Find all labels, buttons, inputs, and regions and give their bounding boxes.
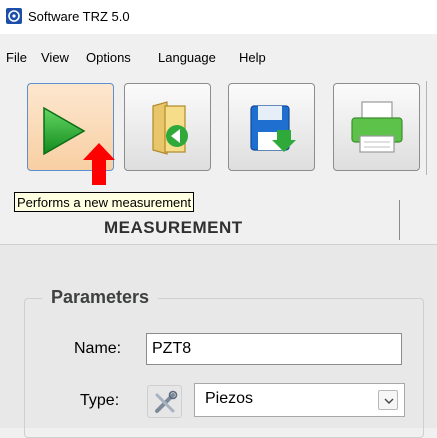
menu-language[interactable]: Language xyxy=(158,50,216,65)
chevron-down-icon[interactable] xyxy=(378,390,398,410)
menu-help[interactable]: Help xyxy=(239,50,266,65)
title-bar: Software TRZ 5.0 xyxy=(0,0,437,34)
menu-file[interactable]: File xyxy=(6,50,27,65)
save-icon xyxy=(250,105,296,152)
type-select-value: Piezos xyxy=(205,390,254,407)
tooltip: Performs a new measurement xyxy=(14,192,195,212)
toolbar xyxy=(0,71,437,183)
save-button[interactable] xyxy=(228,83,315,171)
tools-icon xyxy=(155,390,178,413)
tab-underline xyxy=(0,244,437,245)
window-title: Software TRZ 5.0 xyxy=(28,9,130,24)
name-input[interactable] xyxy=(146,333,402,365)
parameters-group xyxy=(24,298,424,438)
menu-view[interactable]: View xyxy=(41,50,69,65)
type-select[interactable]: Piezos xyxy=(194,383,405,417)
type-label: Type: xyxy=(80,392,120,409)
open-button[interactable] xyxy=(124,83,211,171)
tab-measurement[interactable]: MEASUREMENT xyxy=(104,218,243,238)
menu-options[interactable]: Options xyxy=(86,50,131,65)
tab-divider xyxy=(399,200,400,240)
folder-open-icon xyxy=(152,101,188,155)
type-tools-button[interactable] xyxy=(147,385,182,418)
print-button[interactable] xyxy=(333,83,420,171)
red-arrow-annotation xyxy=(83,143,115,185)
trz-app-icon xyxy=(6,8,22,24)
menu-bar: File View Options Language Help xyxy=(0,47,437,71)
printer-icon xyxy=(351,101,403,153)
toolbar-separator xyxy=(426,81,427,175)
parameters-title: Parameters xyxy=(42,287,159,308)
name-label: Name: xyxy=(74,340,122,357)
